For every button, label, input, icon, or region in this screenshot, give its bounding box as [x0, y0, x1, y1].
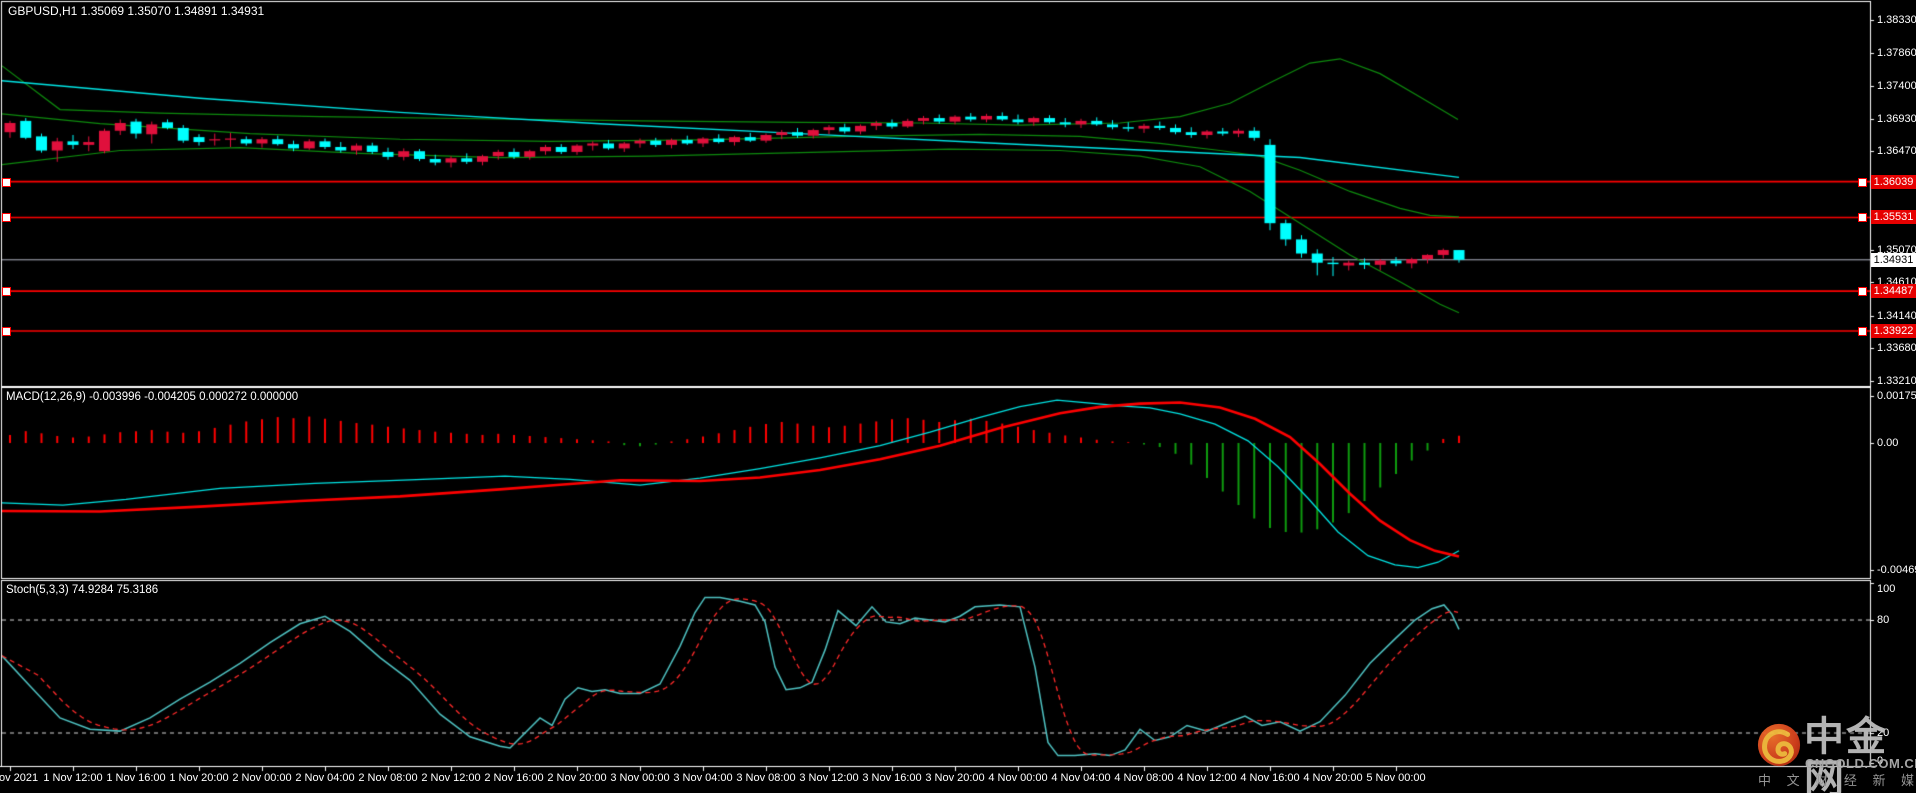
time-axis-label: 3 Nov 16:00: [862, 772, 922, 784]
horizontal-line-object[interactable]: [2, 215, 1870, 220]
current-bid-badge: 1.34931: [1871, 252, 1916, 267]
watermark-tagline: 中 文 财 经 新 媒 体: [1758, 773, 1916, 788]
hline-right-handle[interactable]: [1858, 287, 1867, 297]
time-axis-label: 4 Nov 04:00: [1051, 772, 1111, 784]
horizontal-line-object[interactable]: [2, 329, 1870, 334]
time-axis-label: 3 Nov 04:00: [673, 772, 733, 784]
price-axis-tick-label: 1.36470: [1877, 145, 1916, 158]
symbol-ohlc-header: GBPUSD,H1 1.35069 1.35070 1.34891 1.3493…: [8, 4, 265, 18]
hline-right-handle[interactable]: [1858, 177, 1867, 187]
cngold-watermark: 中金网 CNGOLD.COM.CN 中 文 财 经 新 媒 体: [1752, 714, 1916, 793]
hline-right-handle[interactable]: [1858, 326, 1867, 336]
time-axis-label: 2 Nov 16:00: [484, 772, 544, 784]
horizontal-line-object[interactable]: [2, 180, 1870, 185]
hline-left-handle[interactable]: [2, 287, 11, 297]
hline-left-handle[interactable]: [2, 213, 11, 223]
time-axis-label: 2 Nov 00:00: [232, 772, 292, 784]
time-axis-label: 4 Nov 08:00: [1114, 772, 1174, 784]
time-axis-label: 4 Nov 00:00: [988, 772, 1048, 784]
stoch-axis-tick-label: 80: [1877, 614, 1890, 627]
time-axis-label: 4 Nov 20:00: [1303, 772, 1363, 784]
price-level-badge: 1.33922: [1871, 323, 1916, 338]
price-level-badge: 1.36039: [1871, 174, 1916, 189]
cngold-logo-icon: [1757, 723, 1801, 767]
macd-axis-tick-label: 0.001754: [1877, 389, 1916, 402]
time-axis-label: 1 Nov 12:00: [43, 772, 103, 784]
price-axis-tick-label: 1.33210: [1877, 375, 1916, 388]
stoch-indicator-label: Stoch(5,3,3) 74.9284 75.3186: [6, 584, 159, 596]
price-level-badge: 1.35531: [1871, 210, 1916, 225]
stoch-axis-tick-label: 100: [1877, 583, 1896, 595]
macd-indicator-label: MACD(12,26,9) -0.003996 -0.004205 0.0002…: [6, 391, 299, 403]
time-axis-label: 1 Nov 16:00: [106, 772, 166, 784]
pane-separator-stoch[interactable]: [0, 577, 1870, 581]
time-axis-label: 1 Nov 2021: [0, 772, 39, 784]
time-axis-label: 2 Nov 04:00: [295, 772, 355, 784]
time-axis-label: 3 Nov 00:00: [610, 772, 670, 784]
hline-left-handle[interactable]: [2, 326, 11, 336]
time-axis-label: 3 Nov 08:00: [736, 772, 796, 784]
time-axis-label: 2 Nov 20:00: [547, 772, 607, 784]
macd-axis-tick-label: -0.004698: [1877, 563, 1916, 576]
time-axis-label: 3 Nov 12:00: [799, 772, 859, 784]
price-level-badge: 1.34487: [1871, 284, 1916, 299]
hline-right-handle[interactable]: [1858, 213, 1867, 223]
pane-separator-macd[interactable]: [0, 385, 1870, 389]
time-axis-label: 3 Nov 20:00: [925, 772, 985, 784]
macd-axis-tick-label: 0.00: [1877, 437, 1899, 449]
time-axis-label: 4 Nov 12:00: [1177, 772, 1237, 784]
price-axis-tick-label: 1.38330: [1877, 14, 1916, 26]
hline-left-handle[interactable]: [2, 177, 11, 187]
time-axis-label: 2 Nov 08:00: [358, 772, 418, 784]
price-axis-tick-label: 1.37860: [1877, 47, 1916, 60]
mt4-chart-window: GBPUSD,H1 1.35069 1.35070 1.34891 1.3493…: [0, 0, 1916, 793]
horizontal-line-object[interactable]: [2, 289, 1870, 294]
price-axis-tick-label: 1.37400: [1877, 79, 1916, 92]
time-axis-label: 4 Nov 16:00: [1240, 772, 1300, 784]
watermark-domain: CNGOLD.COM.CN: [1805, 756, 1916, 771]
time-axis-label: 2 Nov 12:00: [421, 772, 481, 784]
price-axis-tick-label: 1.36930: [1877, 112, 1916, 125]
time-axis-label: 1 Nov 20:00: [169, 772, 229, 784]
price-axis-tick-label: 1.34140: [1877, 309, 1916, 322]
time-axis-label: 5 Nov 00:00: [1366, 772, 1426, 784]
price-axis-tick-label: 1.33680: [1877, 342, 1916, 355]
